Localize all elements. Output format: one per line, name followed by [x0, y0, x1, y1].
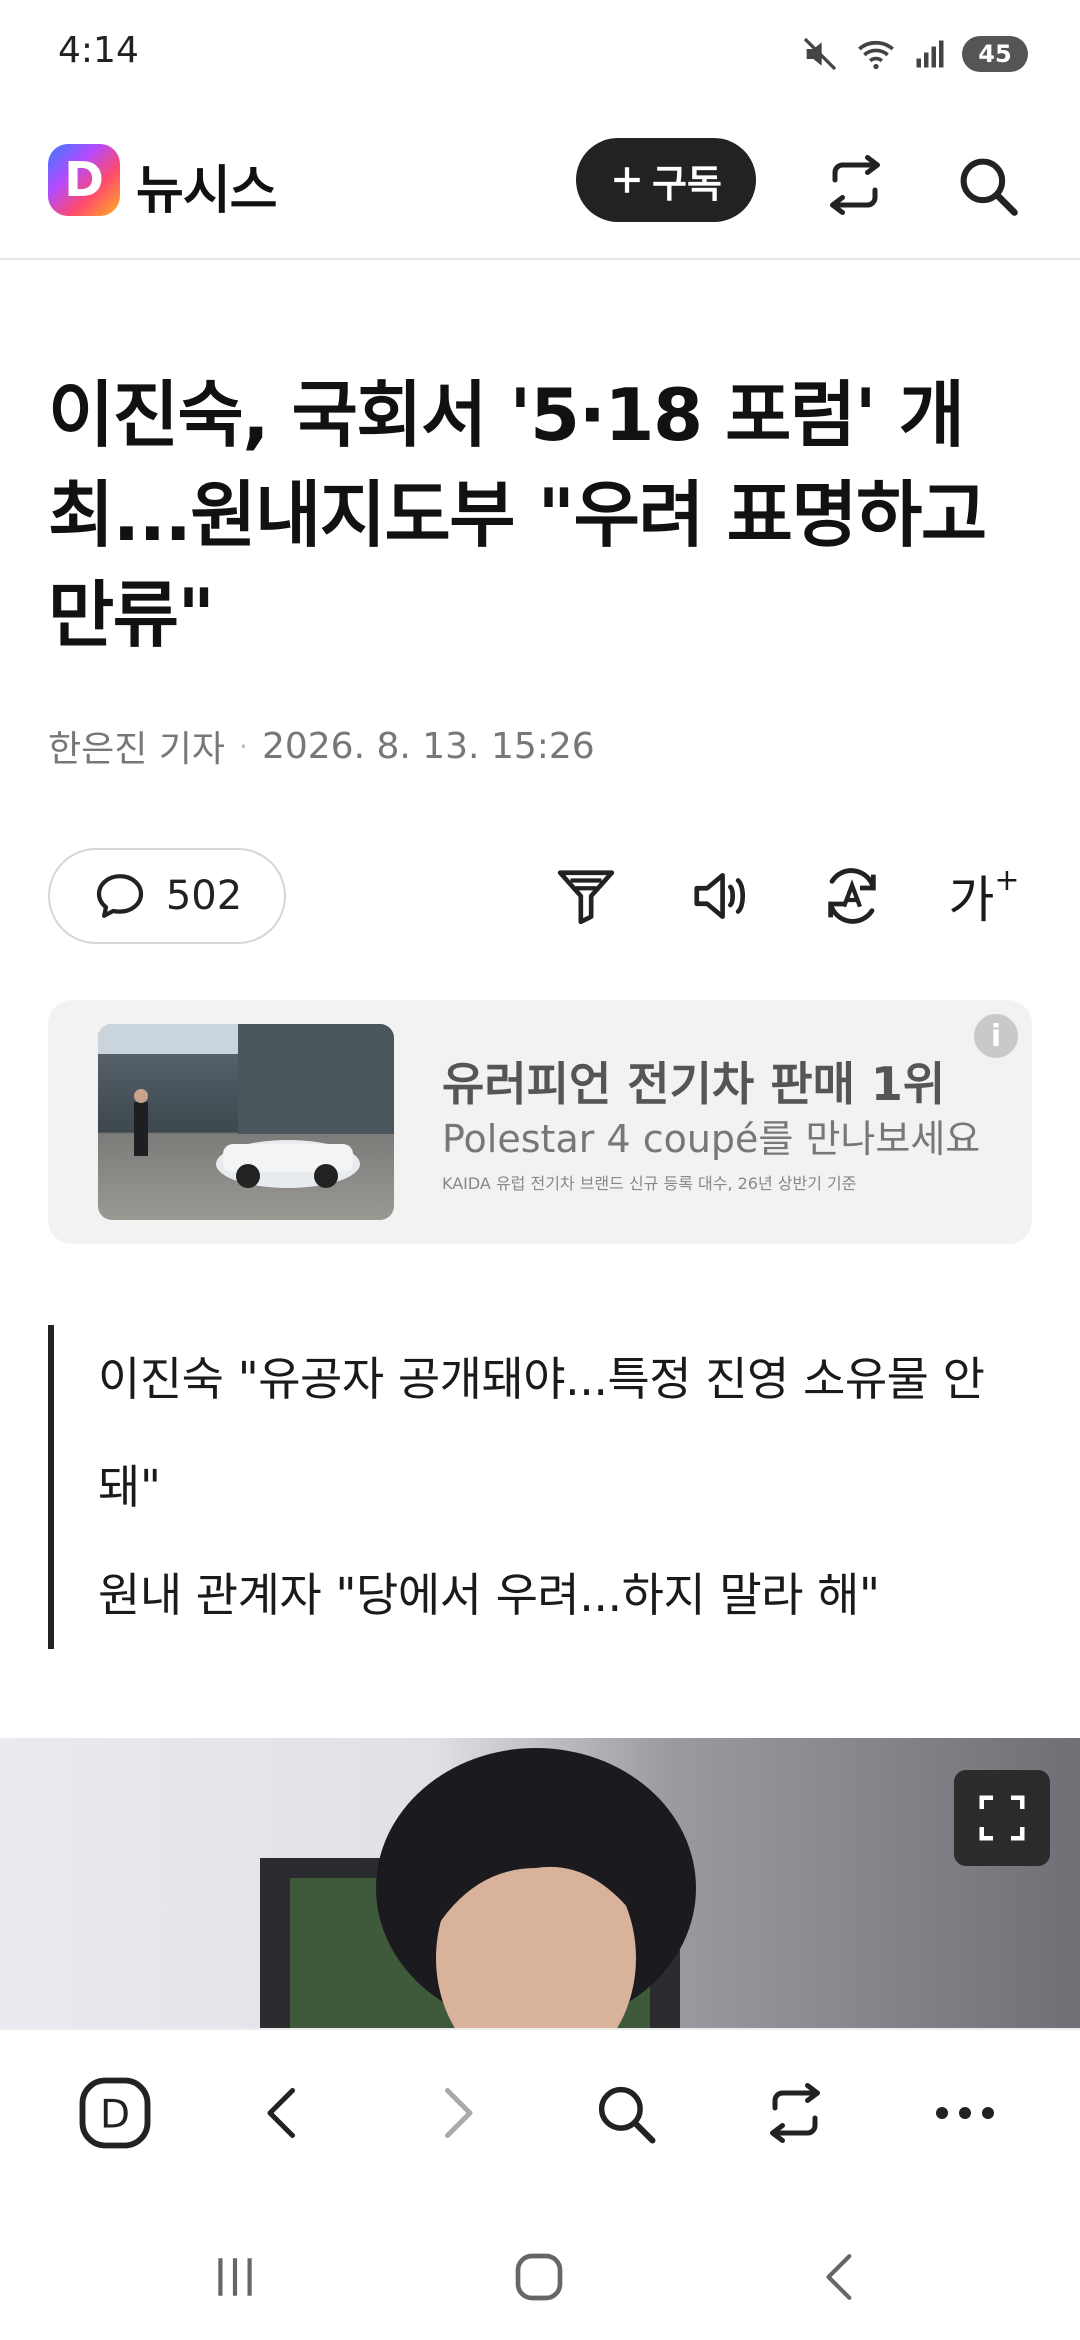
logo-letter: D: [64, 152, 104, 208]
photo-content: [260, 1748, 696, 2028]
info-icon: i: [990, 1018, 1002, 1054]
nav-recents-button[interactable]: [190, 2232, 280, 2322]
share-icon: [770, 2083, 820, 2143]
recents-icon: [218, 2258, 252, 2296]
brand-name[interactable]: 뉴시스: [136, 148, 278, 223]
ad-title: 유러피언 전기차 판매 1위: [442, 1057, 946, 1111]
read-aloud-button[interactable]: [680, 856, 760, 936]
comment-count: 502: [165, 873, 243, 919]
comment-icon: [96, 874, 143, 918]
subscribe-label: 구독: [652, 161, 722, 206]
browser-share-button[interactable]: [750, 2068, 840, 2158]
ad-fineprint: KAIDA 유럽 전기차 브랜드 신규 등록 대수, 26년 상반기 기준: [442, 1174, 857, 1193]
wifi-icon: [858, 40, 894, 70]
back-button[interactable]: [240, 2068, 330, 2158]
summary-line: 이진숙 "유공자 공개돼야...특정 진영 소유물 안 돼": [98, 1352, 985, 1514]
nav-home-button[interactable]: [494, 2232, 584, 2322]
summary-line: 원내 관계자 "당에서 우려...하지 말라 해": [98, 1568, 880, 1622]
translate-icon: [828, 868, 876, 924]
home-icon: D: [79, 2077, 151, 2149]
summary-button[interactable]: [546, 856, 626, 936]
font-size-button[interactable]: 가 +: [944, 856, 1024, 936]
logo-icon[interactable]: D: [48, 144, 120, 216]
subscribe-button[interactable]: 구독: [576, 138, 756, 222]
nav-back-button[interactable]: [796, 2232, 886, 2322]
article-photo[interactable]: [0, 1738, 1080, 2028]
expand-photo-button[interactable]: [954, 1770, 1050, 1866]
publish-datetime: 2026. 8. 13. 15:26: [261, 725, 595, 767]
reporter-name[interactable]: 한은진 기자: [48, 720, 225, 772]
forward-button[interactable]: [410, 2068, 500, 2158]
translate-button[interactable]: [812, 856, 892, 936]
font-size-plus: +: [994, 862, 1020, 898]
search-icon: [598, 2086, 656, 2144]
summary-filter-icon: [557, 870, 615, 925]
status-icons: 45: [800, 30, 1028, 78]
app-header: D 뉴시스 구독: [0, 110, 1080, 260]
forward-icon: [445, 2088, 473, 2138]
browser-search-button[interactable]: [580, 2068, 670, 2158]
status-time: 4:14: [58, 30, 139, 71]
fullscreen-icon: [979, 1795, 1025, 1841]
search-button[interactable]: [952, 150, 1022, 220]
ad-image: [98, 1024, 394, 1220]
byline: 한은진 기자 · 2026. 8. 13. 15:26: [48, 720, 595, 772]
ad-banner[interactable]: 유러피언 전기차 판매 1위 Polestar 4 coupé를 만나보세요 K…: [48, 1000, 1032, 1244]
subscribe-plus-icon: [614, 167, 640, 193]
back-icon: [826, 2254, 852, 2300]
byline-separator: ·: [239, 729, 248, 763]
browser-home-button[interactable]: D: [70, 2068, 160, 2158]
back-icon: [267, 2088, 295, 2138]
share-icon: [830, 155, 880, 215]
system-nav-bar: [0, 2196, 1080, 2340]
browser-toolbar: D: [0, 2028, 1080, 2196]
mute-icon: [803, 37, 837, 71]
more-button[interactable]: [920, 2068, 1010, 2158]
article-headline: 이진숙, 국회서 '5·18 포럼' 개최...원내지도부 "우려 표명하고 만…: [48, 373, 987, 657]
comment-button[interactable]: 502: [48, 848, 286, 944]
font-size-icon: 가: [948, 871, 995, 929]
ad-info-button[interactable]: i: [974, 1014, 1018, 1058]
ad-subtitle: Polestar 4 coupé를 만나보세요: [442, 1117, 981, 1161]
share-button[interactable]: [820, 150, 890, 220]
battery-indicator: 45: [962, 36, 1028, 72]
search-icon: [960, 158, 1018, 216]
article-summary: 이진숙 "유공자 공개돼야...특정 진영 소유물 안 돼" 원내 관계자 "당…: [48, 1325, 1038, 1649]
home-letter: D: [100, 2093, 130, 2138]
signal-icon: [916, 40, 944, 68]
more-icon: [936, 2107, 994, 2119]
home-icon: [515, 2253, 563, 2301]
status-bar: 4:14 45: [0, 0, 1080, 110]
speaker-icon: [694, 873, 746, 919]
